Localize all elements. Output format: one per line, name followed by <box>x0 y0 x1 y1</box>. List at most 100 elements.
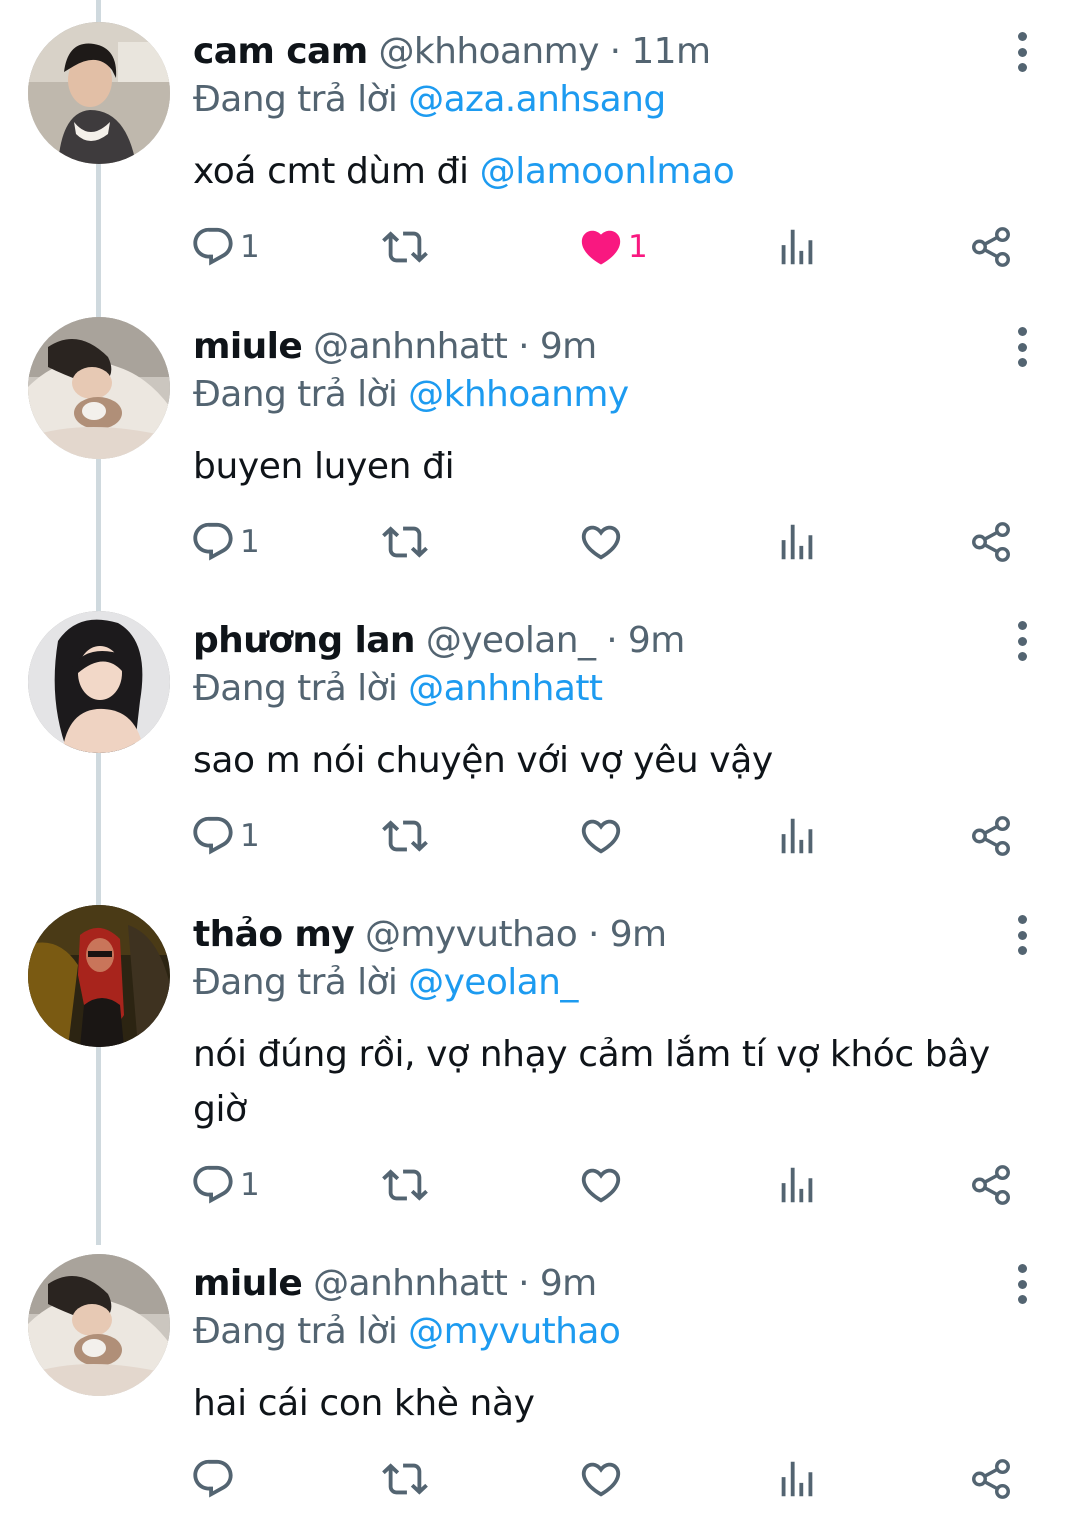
more-options-button[interactable] <box>1008 1264 1036 1304</box>
timestamp[interactable]: 9m <box>610 914 667 955</box>
display-name[interactable]: cam cam <box>193 31 368 72</box>
reply-count: 1 <box>240 229 260 265</box>
heart-filled-icon <box>581 230 621 265</box>
reply-icon <box>193 227 233 266</box>
display-name[interactable]: thảo my <box>193 914 355 955</box>
more-options-button[interactable] <box>1008 32 1036 72</box>
share-button[interactable] <box>968 1454 1014 1504</box>
avatar[interactable] <box>28 611 170 753</box>
more-options-button[interactable] <box>1008 327 1036 367</box>
more-options-button[interactable] <box>1008 915 1036 955</box>
tweet-text-plain: sao m nói chuyện với vợ yêu vậy <box>193 740 773 781</box>
tweet-text: sao m nói chuyện với vợ yêu vậy <box>193 733 1040 788</box>
reply-count: 1 <box>240 818 260 854</box>
reply-button[interactable] <box>190 1454 240 1504</box>
avatar-photo <box>28 905 170 1047</box>
user-handle[interactable]: @myvuthao <box>365 914 578 955</box>
reply-button[interactable]: 1 <box>190 222 260 272</box>
reply-button[interactable]: 1 <box>190 1160 260 1210</box>
timestamp[interactable]: 9m <box>540 1263 597 1304</box>
share-icon <box>972 816 1010 856</box>
tweet-text: nói đúng rồi, vợ nhạy cảm lắm tí vợ khóc… <box>193 1027 993 1137</box>
heart-icon <box>581 525 621 560</box>
like-button[interactable] <box>578 1160 628 1210</box>
replying-to-label: Đang trả lời <box>193 962 398 1003</box>
retweet-icon <box>382 1463 428 1495</box>
avatar-photo <box>28 611 170 753</box>
views-icon <box>781 1461 813 1497</box>
share-icon <box>972 1459 1010 1499</box>
display-name[interactable]: phương lan <box>193 620 416 661</box>
timestamp[interactable]: 11m <box>631 31 711 72</box>
heart-icon <box>581 1462 621 1497</box>
reply-icon <box>193 1459 233 1498</box>
user-handle[interactable]: @yeolan_ <box>426 620 596 661</box>
views-button[interactable] <box>774 222 820 272</box>
avatar[interactable] <box>28 22 170 164</box>
user-handle[interactable]: @khhoanmy <box>378 31 599 72</box>
reply-icon <box>193 816 233 855</box>
views-icon <box>781 818 813 854</box>
like-button[interactable] <box>578 1454 628 1504</box>
heart-icon <box>581 819 621 854</box>
like-button[interactable]: 1 <box>578 222 648 272</box>
retweet-button[interactable] <box>382 517 428 567</box>
tweet-text-plain: hai cái con khè này <box>193 1383 535 1424</box>
timestamp[interactable]: 9m <box>628 620 685 661</box>
tweet-text-plain: nói đúng rồi, vợ nhạy cảm lắm tí vợ khóc… <box>193 1034 990 1130</box>
views-button[interactable] <box>774 1454 820 1504</box>
display-name[interactable]: miule <box>193 326 303 367</box>
tweet-text: buyen luyen đi <box>193 439 1040 494</box>
separator-dot: · <box>609 31 621 72</box>
views-button[interactable] <box>774 1160 820 1210</box>
share-icon <box>972 227 1010 267</box>
replying-to-mention[interactable]: @khhoanmy <box>408 374 629 415</box>
tweet-text-mention[interactable]: @lamoonlmao <box>480 151 735 192</box>
replying-to-mention[interactable]: @myvuthao <box>408 1311 621 1352</box>
tweet-actions: 1 1 <box>190 222 1020 272</box>
retweet-icon <box>382 820 428 852</box>
views-button[interactable] <box>774 517 820 567</box>
reply-button[interactable]: 1 <box>190 517 260 567</box>
like-button[interactable] <box>578 811 628 861</box>
replying-to-mention[interactable]: @anhnhatt <box>408 668 603 709</box>
avatar-photo <box>28 22 170 164</box>
separator-dot: · <box>518 326 529 367</box>
avatar[interactable] <box>28 1254 170 1396</box>
user-handle[interactable]: @anhnhatt <box>313 326 508 367</box>
share-button[interactable] <box>968 1160 1014 1210</box>
views-icon <box>781 1167 813 1203</box>
tweet-text: xoá cmt dùm đi @lamoonlmao <box>193 144 1040 199</box>
tweet-text: hai cái con khè này <box>193 1376 1040 1431</box>
timestamp[interactable]: 9m <box>540 326 597 367</box>
replying-to-mention[interactable]: @yeolan_ <box>408 962 578 1003</box>
like-count: 1 <box>628 229 648 265</box>
display-name[interactable]: miule <box>193 1263 303 1304</box>
reply-count: 1 <box>240 1167 260 1203</box>
reply-button[interactable]: 1 <box>190 811 260 861</box>
share-button[interactable] <box>968 811 1014 861</box>
retweet-icon <box>382 526 428 558</box>
replying-to-label: Đang trả lời <box>193 668 398 709</box>
retweet-button[interactable] <box>382 222 428 272</box>
retweet-button[interactable] <box>382 1160 428 1210</box>
reply-icon <box>193 1165 233 1204</box>
share-button[interactable] <box>968 517 1014 567</box>
heart-icon <box>581 1168 621 1203</box>
tweet-text-plain: buyen luyen đi <box>193 446 455 487</box>
views-button[interactable] <box>774 811 820 861</box>
like-button[interactable] <box>578 517 628 567</box>
reply-count: 1 <box>240 524 260 560</box>
more-options-button[interactable] <box>1008 621 1036 661</box>
views-icon <box>781 524 813 560</box>
share-button[interactable] <box>968 222 1014 272</box>
retweet-button[interactable] <box>382 811 428 861</box>
tweet-actions: 1 <box>190 517 1020 567</box>
replying-to-label: Đang trả lời <box>193 374 398 415</box>
avatar[interactable] <box>28 317 170 459</box>
avatar[interactable] <box>28 905 170 1047</box>
replying-to-mention[interactable]: @aza.anhsang <box>408 79 666 120</box>
views-icon <box>781 229 813 265</box>
retweet-button[interactable] <box>382 1454 428 1504</box>
user-handle[interactable]: @anhnhatt <box>313 1263 508 1304</box>
